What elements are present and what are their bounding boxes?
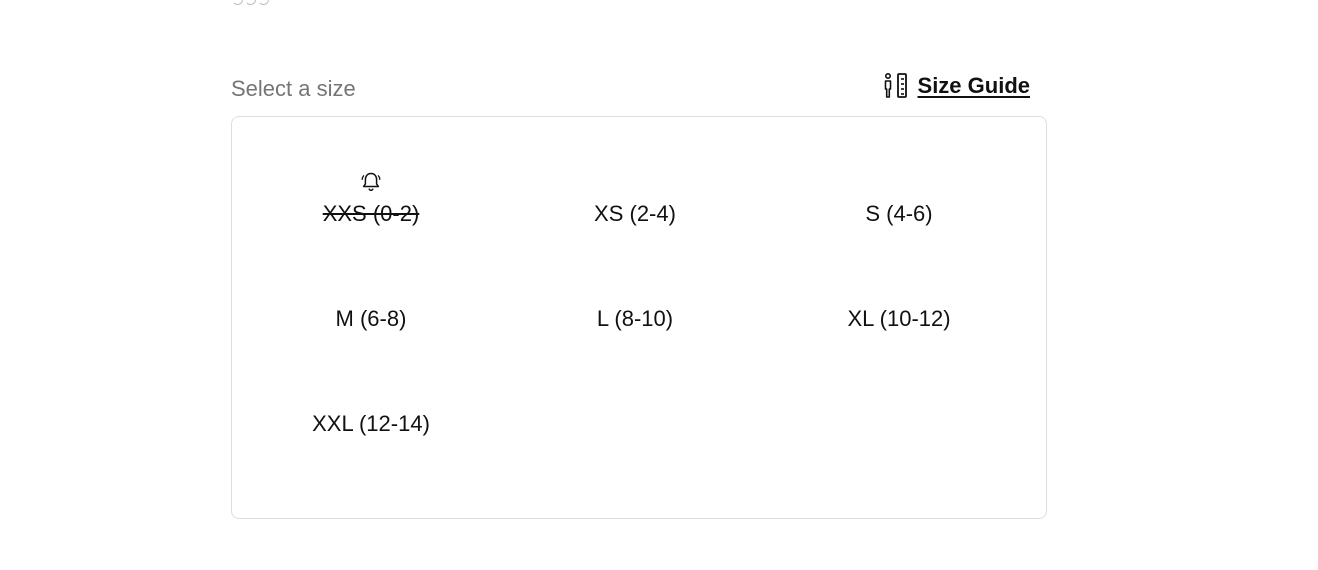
size-option[interactable]: XL (10-12) — [799, 289, 999, 349]
size-option[interactable]: XXL (12-14) — [271, 394, 471, 454]
star-icon — [232, 0, 243, 5]
star-icon — [245, 0, 256, 5]
size-option[interactable]: XS (2-4) — [535, 184, 735, 244]
size-option[interactable]: XXS (0-2) — [271, 172, 471, 244]
size-option-label: XS (2-4) — [594, 201, 676, 226]
star-icon — [258, 0, 269, 5]
size-header: Select a size Size Guide — [231, 66, 1030, 106]
size-option[interactable]: L (8-10) — [535, 289, 735, 349]
rating-stars-fragment — [232, 0, 269, 5]
size-option-label: XXL (12-14) — [312, 411, 430, 436]
size-option-label: L (8-10) — [596, 306, 674, 331]
size-selector-page: Select a size Size Guide XXS (0-2) XS (2-… — [0, 0, 1318, 570]
body-measure-icon — [882, 72, 910, 100]
size-guide-link[interactable]: Size Guide — [882, 72, 1030, 100]
size-option[interactable]: S (4-6) — [799, 184, 999, 244]
select-size-label: Select a size — [231, 76, 356, 101]
size-option-label: S (4-6) — [865, 201, 933, 226]
bell-notify-icon — [359, 170, 383, 194]
size-grid: XXS (0-2) XS (2-4) S (4-6) M (6-8) L (8-10) X… — [232, 117, 1046, 518]
size-option-label: XL (10-12) — [847, 306, 951, 331]
size-option[interactable]: M (6-8) — [271, 289, 471, 349]
size-guide-label: Size Guide — [917, 73, 1030, 98]
size-option-label: M (6-8) — [335, 306, 407, 331]
size-option-label: XXS (0-2) — [322, 201, 420, 226]
size-options-box: XXS (0-2) XS (2-4) S (4-6) M (6-8) L (8-10) X… — [231, 116, 1047, 519]
